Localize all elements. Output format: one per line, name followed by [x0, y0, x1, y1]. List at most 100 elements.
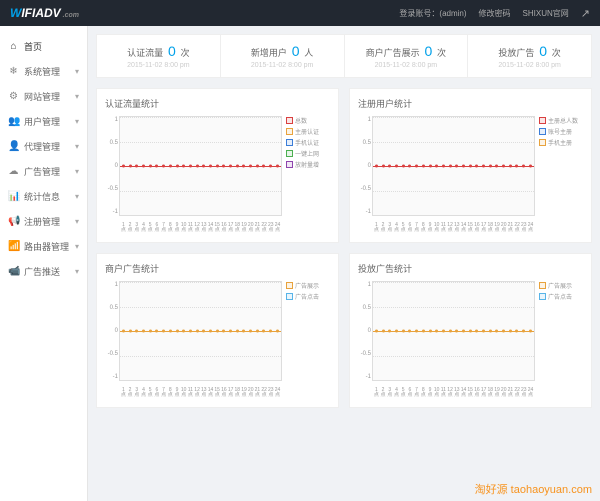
legend-swatch [539, 282, 546, 289]
topbar-right: 登录账号：(admin) 修改密码 SHIXUN官网 ↗ [399, 7, 590, 20]
legend-label: 广告点击 [295, 292, 319, 301]
chevron-down-icon: ▾ [75, 67, 79, 76]
y-axis: 10.50-0.5-1 [106, 282, 118, 380]
chart-title: 投放广告统计 [358, 262, 583, 275]
sidebar-item-9[interactable]: 📹 广告推送 ▾ [0, 259, 87, 284]
sidebar-item-4[interactable]: 👤代理管理▾ [0, 134, 87, 159]
sidebar-item-7[interactable]: 📢注册管理▾ [0, 209, 87, 234]
legend-label: 手机主册 [548, 138, 572, 147]
stat-title: 商户广告展示 [366, 48, 420, 58]
login-account[interactable]: 登录账号：(admin) [399, 8, 466, 19]
sidebar-item-6[interactable]: 📊统计信息▾ [0, 184, 87, 209]
share-icon[interactable]: ↗ [581, 7, 590, 20]
legend-item: 主册总人数 [539, 116, 583, 125]
legend-label: 放射量增 [295, 160, 319, 169]
topbar: WIFIADV.com 登录账号：(admin) 修改密码 SHIXUN官网 ↗ [0, 0, 600, 26]
x-axis: 1点2点3点4点5点6点7点8点9点10点11点12点13点14点15点16点1… [373, 223, 534, 233]
legend-label: 广告点击 [548, 292, 572, 301]
sidebar-icon: ⚙ [8, 91, 19, 102]
sidebar-item-5[interactable]: ☁广告管理▾ [0, 159, 87, 184]
legend-item: 手机认证 [286, 138, 330, 147]
chart-dots [373, 330, 534, 333]
chevron-down-icon: ▾ [75, 192, 79, 201]
sidebar-item-2[interactable]: ⚙ 网站管理 ▾ [0, 84, 87, 109]
stat-time: 2015-11-02 8:00 pm [351, 62, 462, 69]
legend-label: 广告展示 [295, 281, 319, 290]
legend-item: 放射量增 [286, 160, 330, 169]
sidebar-label: 网站管理 [24, 90, 60, 103]
legend-item: 广告点击 [539, 292, 583, 301]
legend-swatch [286, 150, 293, 157]
legend-swatch [286, 161, 293, 168]
legend-item: 一键上网 [286, 149, 330, 158]
chart-legend: 总数主册认证手机认证一键上网放射量增 [286, 116, 330, 234]
chart-legend: 广告展示广告点击 [539, 281, 583, 399]
legend-item: 账号主册 [539, 127, 583, 136]
stat-time: 2015-11-02 8:00 pm [103, 62, 214, 69]
chevron-down-icon: ▾ [75, 92, 79, 101]
legend-label: 账号主册 [548, 127, 572, 136]
legend-swatch [286, 128, 293, 135]
chart-3: 投放广告统计 10.50-0.5-1 1点2点3点4点5点6点7点8点9点10点… [349, 253, 592, 408]
sidebar-icon: 👥 [8, 116, 19, 127]
sidebar-item-8[interactable]: 📶 路由器管理 ▾ [0, 234, 87, 259]
sidebar-item-0[interactable]: ⌂ 首页 [0, 34, 87, 59]
stats-row: 认证流量 0 次2015-11-02 8:00 pm新增用户 0 人2015-1… [96, 34, 592, 78]
legend-item: 广告点击 [286, 292, 330, 301]
stat-unit: 次 [552, 48, 561, 58]
chart-legend: 主册总人数账号主册手机主册 [539, 116, 583, 234]
sidebar-label: 首页 [24, 40, 42, 53]
chart-plot: 10.50-0.5-1 1点2点3点4点5点6点7点8点9点10点11点12点1… [372, 281, 535, 381]
charts-grid: 认证流量统计 10.50-0.5-1 1点2点3点4点5点6点7点8点9点10点… [96, 88, 592, 408]
chevron-down-icon: ▾ [75, 242, 79, 251]
logo[interactable]: WIFIADV.com [10, 6, 79, 20]
sidebar-icon: ⌂ [8, 41, 19, 52]
stat-card-2: 商户广告展示 0 次2015-11-02 8:00 pm [345, 35, 469, 77]
stat-value: 0 [539, 43, 547, 59]
y-axis: 10.50-0.5-1 [359, 282, 371, 380]
official-link[interactable]: SHIXUN官网 [523, 8, 569, 19]
chart-title: 认证流量统计 [105, 97, 330, 110]
sidebar-item-1[interactable]: ❄系统管理▾ [0, 59, 87, 84]
sidebar-label: 用户管理 [24, 115, 60, 128]
stat-card-1: 新增用户 0 人2015-11-02 8:00 pm [221, 35, 345, 77]
chart-plot: 10.50-0.5-1 1点2点3点4点5点6点7点8点9点10点11点12点1… [119, 116, 282, 216]
stat-value: 0 [168, 43, 176, 59]
legend-label: 主册总人数 [548, 116, 578, 125]
legend-item: 总数 [286, 116, 330, 125]
stat-value: 0 [292, 43, 300, 59]
chart-dots [120, 165, 281, 168]
sidebar-label: 广告管理 [24, 165, 60, 178]
legend-label: 主册认证 [295, 127, 319, 136]
sidebar-icon: 📶 [8, 241, 19, 252]
sidebar: ⌂首页❄系统管理▾⚙网站管理▾👥用户管理▾👤代理管理▾☁广告管理▾📊统计信息▾📢… [0, 26, 88, 501]
chevron-down-icon: ▾ [75, 267, 79, 276]
legend-swatch [286, 139, 293, 146]
stat-title: 认证流量 [127, 48, 163, 58]
y-axis: 10.50-0.5-1 [359, 117, 371, 215]
x-axis: 1点2点3点4点5点6点7点8点9点10点11点12点13点14点15点16点1… [120, 388, 281, 398]
chart-plot: 10.50-0.5-1 1点2点3点4点5点6点7点8点9点10点11点12点1… [119, 281, 282, 381]
legend-item: 手机主册 [539, 138, 583, 147]
watermark-cn: 淘好源 [475, 484, 508, 496]
sidebar-label: 代理管理 [24, 140, 60, 153]
legend-item: 主册认证 [286, 127, 330, 136]
legend-swatch [286, 282, 293, 289]
legend-item: 广告展示 [539, 281, 583, 290]
legend-label: 一键上网 [295, 149, 319, 158]
sidebar-icon: 📹 [8, 266, 19, 277]
legend-swatch [286, 293, 293, 300]
legend-label: 手机认证 [295, 138, 319, 147]
sidebar-icon: 📢 [8, 216, 19, 227]
chart-dots [373, 165, 534, 168]
sidebar-label: 广告推送 [24, 265, 60, 278]
legend-swatch [539, 293, 546, 300]
stat-title: 新增用户 [251, 48, 287, 58]
sidebar-icon: ❄ [8, 66, 19, 77]
change-password-link[interactable]: 修改密码 [479, 8, 511, 19]
legend-swatch [539, 128, 546, 135]
stat-card-0: 认证流量 0 次2015-11-02 8:00 pm [97, 35, 221, 77]
sidebar-item-3[interactable]: 👥用户管理▾ [0, 109, 87, 134]
sidebar-label: 路由器管理 [24, 240, 69, 253]
watermark: 淘好源 taohaoyuan.com [475, 481, 592, 497]
